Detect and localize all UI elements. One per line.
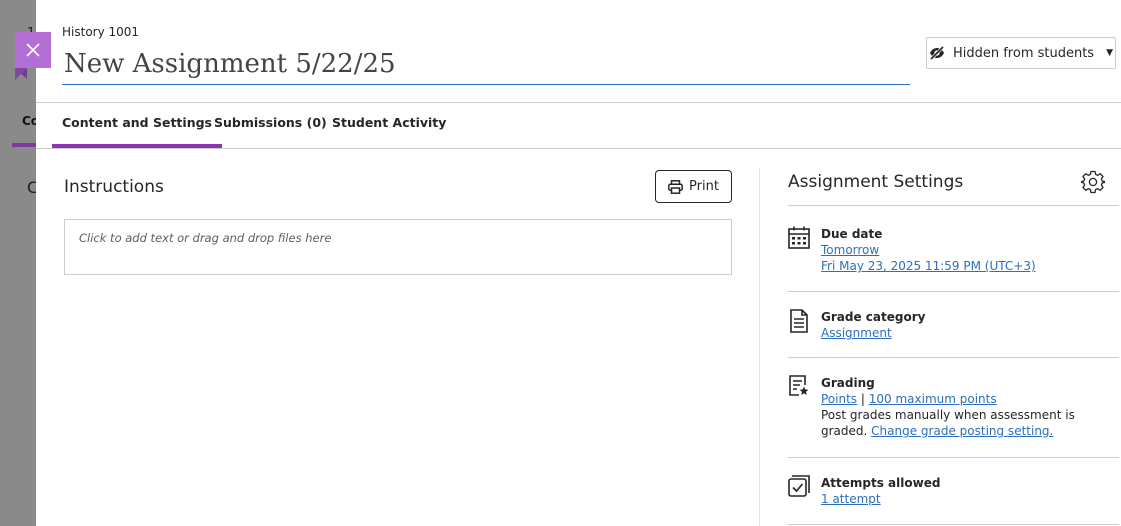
settings-divider [788, 205, 1119, 206]
attempts-checkbox-icon [788, 475, 810, 497]
calendar-icon [788, 226, 810, 249]
background-tab-text: Co [22, 114, 36, 128]
settings-divider [788, 291, 1119, 292]
settings-divider [788, 524, 1119, 525]
visibility-label: Hidden from students [952, 45, 1095, 61]
print-button[interactable]: Print [655, 170, 732, 203]
due-date-title: Due date [821, 227, 883, 241]
settings-heading: Assignment Settings [788, 172, 964, 192]
due-date-absolute-link[interactable]: Fri May 23, 2025 11:59 PM (UTC+3) [821, 259, 1036, 273]
column-divider [759, 168, 760, 526]
document-icon [790, 309, 808, 333]
flag-fold [15, 68, 27, 79]
background-heading-text: C [27, 178, 36, 197]
grading-separator: | [860, 392, 865, 406]
grading-title: Grading [821, 376, 875, 390]
eye-slash-icon [929, 46, 945, 60]
change-grade-posting-link[interactable]: Change grade posting setting. [871, 424, 1053, 438]
grade-category-link[interactable]: Assignment [821, 326, 892, 340]
instructions-editor[interactable]: Click to add text or drag and drop files… [64, 219, 732, 275]
tab-submissions[interactable]: Submissions (0) [214, 115, 327, 144]
assignment-title-input[interactable] [62, 44, 910, 85]
attempts-title: Attempts allowed [821, 476, 941, 490]
print-label: Print [689, 179, 719, 194]
grade-category-title: Grade category [821, 310, 926, 324]
tab-bar: Content and Settings Submissions (0) Stu… [36, 102, 1121, 149]
printer-icon [668, 179, 683, 194]
grading-points-link[interactable]: Points [821, 392, 857, 406]
course-name: History 1001 [62, 25, 140, 39]
tab-content-and-settings[interactable]: Content and Settings [52, 115, 222, 148]
settings-divider [788, 457, 1119, 458]
background-tab-underline [12, 143, 36, 147]
gear-icon[interactable] [1081, 170, 1105, 194]
due-date-relative-link[interactable]: Tomorrow [821, 243, 879, 257]
close-icon [26, 43, 40, 57]
settings-divider [788, 357, 1119, 358]
attempts-link[interactable]: 1 attempt [821, 492, 881, 506]
instructions-heading: Instructions [64, 177, 164, 197]
grading-max-points-link[interactable]: 100 maximum points [869, 392, 997, 406]
close-button[interactable] [15, 32, 51, 80]
visibility-dropdown[interactable]: Hidden from students ▼ [926, 37, 1116, 69]
tab-student-activity[interactable]: Student Activity [332, 115, 446, 144]
caret-down-icon: ▼ [1106, 48, 1114, 58]
grading-star-icon [789, 375, 809, 396]
assignment-panel: History 1001 Hidden from students ▼ Cont… [36, 0, 1121, 526]
